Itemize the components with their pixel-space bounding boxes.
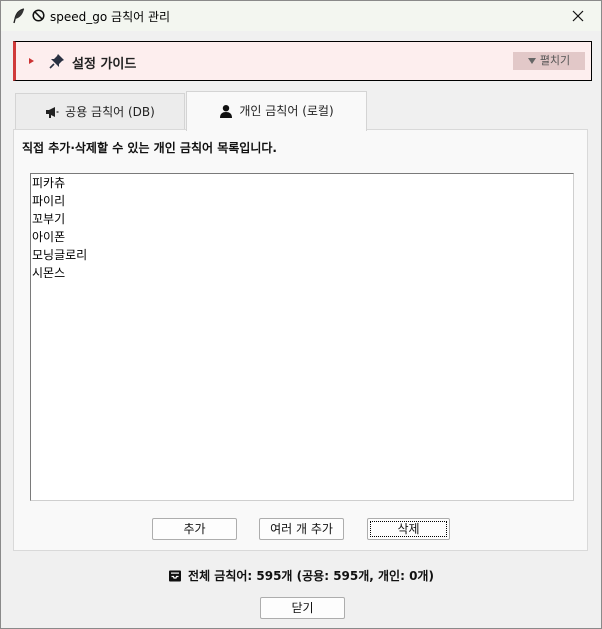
summary-label: 전체 금칙어: 595개 (공용: 595개, 개인: 0개)	[188, 569, 434, 583]
tab-private-words[interactable]: 개인 금칙어 (로컬)	[186, 91, 367, 131]
close-icon	[572, 10, 584, 22]
inbox-icon	[169, 570, 182, 581]
list-item[interactable]: 꼬부기	[31, 210, 573, 228]
list-item[interactable]: 파이리	[31, 192, 573, 210]
caret-right-icon	[29, 58, 34, 64]
pushpin-icon	[49, 54, 64, 69]
user-icon	[220, 104, 233, 118]
panel-description: 직접 추가·삭제할 수 있는 개인 금칙어 목록입니다.	[22, 141, 277, 155]
list-item[interactable]: 시몬스	[31, 264, 573, 282]
delete-button[interactable]: 삭제	[367, 518, 450, 540]
add-multiple-button[interactable]: 여러 개 추가	[259, 518, 344, 540]
caret-down-icon	[527, 58, 536, 64]
megaphone-icon	[46, 106, 59, 118]
tab-public-words[interactable]: 공용 금칙어 (DB)	[15, 93, 185, 129]
close-button[interactable]: 닫기	[260, 597, 345, 619]
expand-button[interactable]: 펼치기	[513, 52, 585, 70]
window-title: speed_go 금칙어 관리	[50, 10, 171, 24]
list-item[interactable]: 피카츄	[31, 174, 573, 192]
title-bar[interactable]: speed_go 금칙어 관리	[1, 1, 601, 31]
summary-text: 전체 금칙어: 595개 (공용: 595개, 개인: 0개)	[1, 567, 601, 584]
word-list[interactable]: 피카츄 파이리 꼬부기 아이폰 모닝글로리 시몬스	[30, 173, 574, 501]
private-words-panel: 직접 추가·삭제할 수 있는 개인 금칙어 목록입니다. 피카츄 파이리 꼬부기…	[13, 129, 588, 551]
list-item[interactable]: 아이폰	[31, 228, 573, 246]
prohibited-icon	[32, 9, 45, 22]
window-close-button[interactable]	[555, 1, 601, 31]
dialog-window: speed_go 금칙어 관리 설정 가이드 펼치기 공용 금칙어 (DB) 개…	[0, 0, 602, 629]
expand-label: 펼치기	[539, 54, 571, 67]
tab-public-label: 공용 금칙어 (DB)	[65, 105, 155, 119]
list-item[interactable]: 모닝글로리	[31, 246, 573, 264]
guide-title: 설정 가이드	[72, 57, 137, 72]
add-button[interactable]: 추가	[152, 518, 237, 540]
tab-private-label: 개인 금칙어 (로컬)	[239, 104, 334, 118]
feather-icon	[13, 8, 25, 24]
setup-guide-panel[interactable]: 설정 가이드 펼치기	[13, 41, 592, 81]
